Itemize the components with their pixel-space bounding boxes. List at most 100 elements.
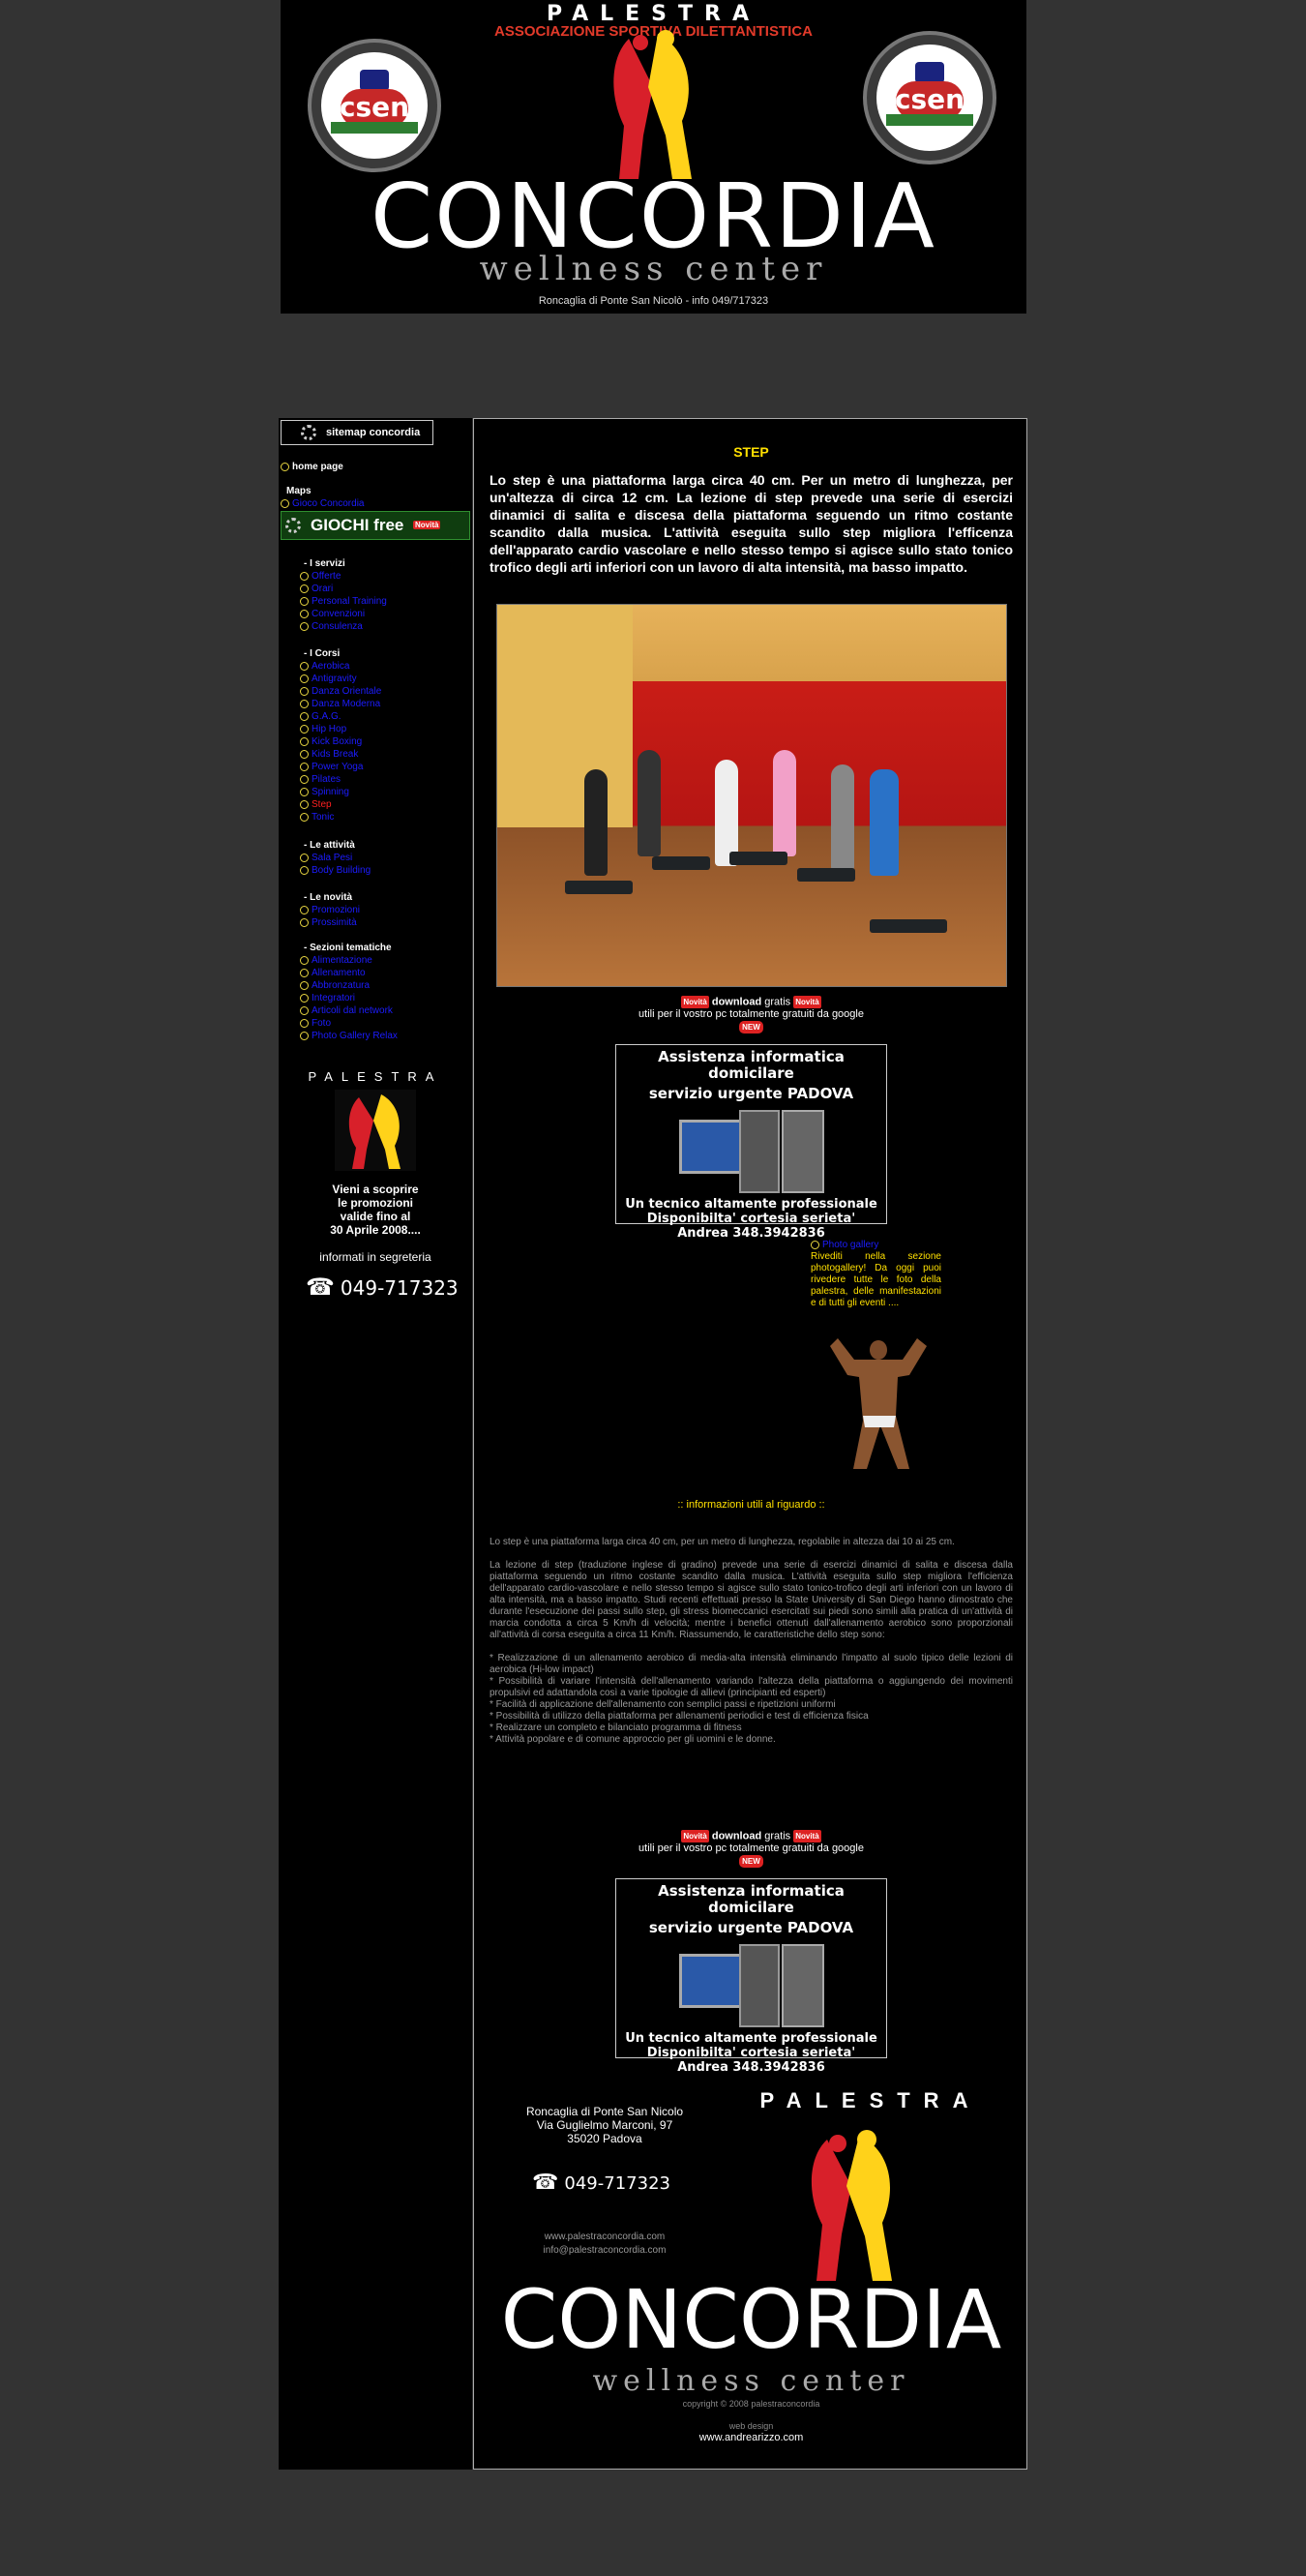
article-text: Lo step è una piattaforma larga circa 40… (490, 1537, 1013, 1745)
sidebar-item-convenzioni[interactable]: Convenzioni (300, 608, 365, 620)
power-icon (300, 762, 309, 771)
list-item: * Realizzazione di un allenamento aerobi… (490, 1653, 1013, 1675)
sidebar-item-danza-orientale[interactable]: Danza Orientale (300, 685, 381, 698)
power-icon (281, 462, 289, 471)
copyright: copyright © 2008 palestraconcordia (682, 2399, 820, 2409)
power-icon (300, 584, 309, 593)
intro-text: Lo step è una piattaforma larga circa 40… (490, 472, 1013, 575)
ad-assistenza[interactable]: Assistenza informatica domicilare servizi… (615, 1044, 887, 1241)
contact-address: Roncaglia di Ponte San Nicolo Via Gugliel… (525, 2105, 684, 2145)
power-icon (300, 621, 309, 631)
sidebar-item-spinning[interactable]: Spinning (300, 786, 349, 798)
nav-home[interactable]: home page (281, 461, 343, 473)
power-icon (281, 498, 289, 508)
new-badge: NEW (739, 1855, 763, 1869)
sidebar-phone: ☎ 049-717323 (306, 1273, 459, 1301)
servizi-heading: - I servizi (304, 558, 345, 569)
sidebar-item-orari[interactable]: Orari (300, 583, 333, 595)
power-icon (300, 968, 309, 977)
sidebar-item-kids-break[interactable]: Kids Break (300, 748, 358, 761)
sidebar-item-prossimit-[interactable]: Prossimità (300, 916, 357, 929)
giochi-free-banner[interactable]: GIOCHI free Novità (281, 511, 470, 540)
bodybuilder-image (830, 1338, 927, 1469)
segreteria-text: informati in segreteria (319, 1250, 431, 1264)
sidebar-item-danza-moderna[interactable]: Danza Moderna (300, 698, 380, 710)
sidebar-item-offerte[interactable]: Offerte (300, 570, 341, 583)
sidebar-item-allenamento[interactable]: Allenamento (300, 967, 366, 979)
sidebar-item-abbronzatura[interactable]: Abbronzatura (300, 979, 370, 992)
list-item: * Possibilità di utilizzo della piattafo… (490, 1711, 869, 1722)
download-block[interactable]: Novità download gratis Novità utili per … (474, 996, 1028, 1034)
sidebar-item-foto[interactable]: Foto (300, 1017, 331, 1030)
sidebar-item-hip-hop[interactable]: Hip Hop (300, 723, 346, 735)
power-icon (300, 787, 309, 796)
sidebar-item-antigravity[interactable]: Antigravity (300, 673, 357, 685)
power-icon (300, 774, 309, 784)
power-icon (300, 980, 309, 990)
main-content: STEP Lo step è una piattaforma larga cir… (473, 418, 1027, 2470)
maps-heading: Maps (286, 486, 312, 496)
sezioni-heading: - Sezioni tematiche (304, 943, 392, 953)
sidebar-palestra: PALESTRA (308, 1069, 443, 1084)
page-title: STEP (733, 444, 769, 460)
web-links[interactable]: www.palestraconcordia.com info@palestraco… (493, 2231, 716, 2258)
figures-logo-icon (335, 1090, 416, 1171)
sidebar-item-sala-pesi[interactable]: Sala Pesi (300, 852, 352, 864)
power-icon (300, 1031, 309, 1040)
sidebar-item-photo-gallery-relax[interactable]: Photo Gallery Relax (300, 1030, 398, 1042)
novita-badge: Novità (413, 521, 441, 529)
footer-concordia: CONCORDIA (500, 2272, 1002, 2367)
power-icon (300, 711, 309, 721)
power-icon (300, 661, 309, 671)
sidebar-item-body-building[interactable]: Body Building (300, 864, 371, 877)
sidebar-item-integratori[interactable]: Integratori (300, 992, 355, 1004)
power-icon (300, 596, 309, 606)
novita-heading: - Le novità (304, 892, 353, 903)
figures-logo-icon (811, 2130, 892, 2281)
csen-logo-left: csen (308, 39, 441, 172)
gallery-box[interactable]: Photo gallery Rivediti nella sezione pho… (811, 1240, 941, 1309)
header-banner: PALESTRA ASSOCIAZIONE SPORTIVA DILETTANT… (281, 0, 1026, 314)
sitemap-button[interactable]: sitemap concordia (281, 420, 433, 445)
power-icon (300, 736, 309, 746)
power-icon (300, 1005, 309, 1015)
ad-assistenza[interactable]: Assistenza informatica domicilare servizi… (615, 1878, 887, 2075)
sidebar-item-power-yoga[interactable]: Power Yoga (300, 761, 363, 773)
power-icon (300, 853, 309, 862)
sidebar-item-step[interactable]: Step (300, 798, 332, 811)
left-sidebar: sitemap concordia home page Maps Gioco C… (279, 418, 472, 2470)
sidebar-item-aerobica[interactable]: Aerobica (300, 660, 349, 673)
sidebar-item-tonic[interactable]: Tonic (300, 811, 334, 824)
footer-palestra: PALESTRA (759, 2088, 982, 2112)
telephone-icon: ☎ (532, 2171, 559, 2195)
new-badge: NEW (739, 1021, 763, 1034)
sidebar-item-consulenza[interactable]: Consulenza (300, 620, 363, 633)
telephone-icon: ☎ (306, 1273, 335, 1301)
promo-text: Vieni a scoprire le promozioni valide fino… (330, 1183, 421, 1237)
sidebar-item-kick-boxing[interactable]: Kick Boxing (300, 735, 362, 748)
sidebar-item-pilates[interactable]: Pilates (300, 773, 341, 786)
computer-icon (678, 1110, 824, 1193)
web-design-credit[interactable]: web design www.andrearizzo.com (474, 2420, 1028, 2443)
power-icon (300, 609, 309, 618)
sidebar-item-promozioni[interactable]: Promozioni (300, 904, 360, 916)
sidebar-item-personal-training[interactable]: Personal Training (300, 595, 387, 608)
sidebar-item-articoli-dal-network[interactable]: Articoli dal network (300, 1004, 393, 1017)
corsi-heading: - I Corsi (304, 648, 341, 659)
power-icon (300, 917, 309, 927)
list-item: * Possibilità di variare l'intensità del… (490, 1676, 1013, 1698)
power-icon (300, 749, 309, 759)
power-icon (300, 724, 309, 734)
computer-icon (678, 1944, 824, 2027)
loading-spinner-icon (285, 518, 301, 533)
sidebar-item-g-a-g-[interactable]: G.A.G. (300, 710, 341, 723)
list-item: * Facilità di applicazione dell'allename… (490, 1699, 836, 1710)
download-block[interactable]: Novità download gratis Novità utili per … (474, 1830, 1028, 1869)
list-item: * Realizzare un completo e bilanciato pr… (490, 1722, 742, 1733)
nav-maps[interactable]: Gioco Concordia (281, 497, 364, 510)
power-icon (300, 1018, 309, 1028)
power-icon (300, 955, 309, 965)
attivita-heading: - Le attività (304, 840, 355, 851)
info-link[interactable]: :: informazioni utili al riguardo :: (474, 1499, 1028, 1511)
sidebar-item-alimentazione[interactable]: Alimentazione (300, 954, 372, 967)
